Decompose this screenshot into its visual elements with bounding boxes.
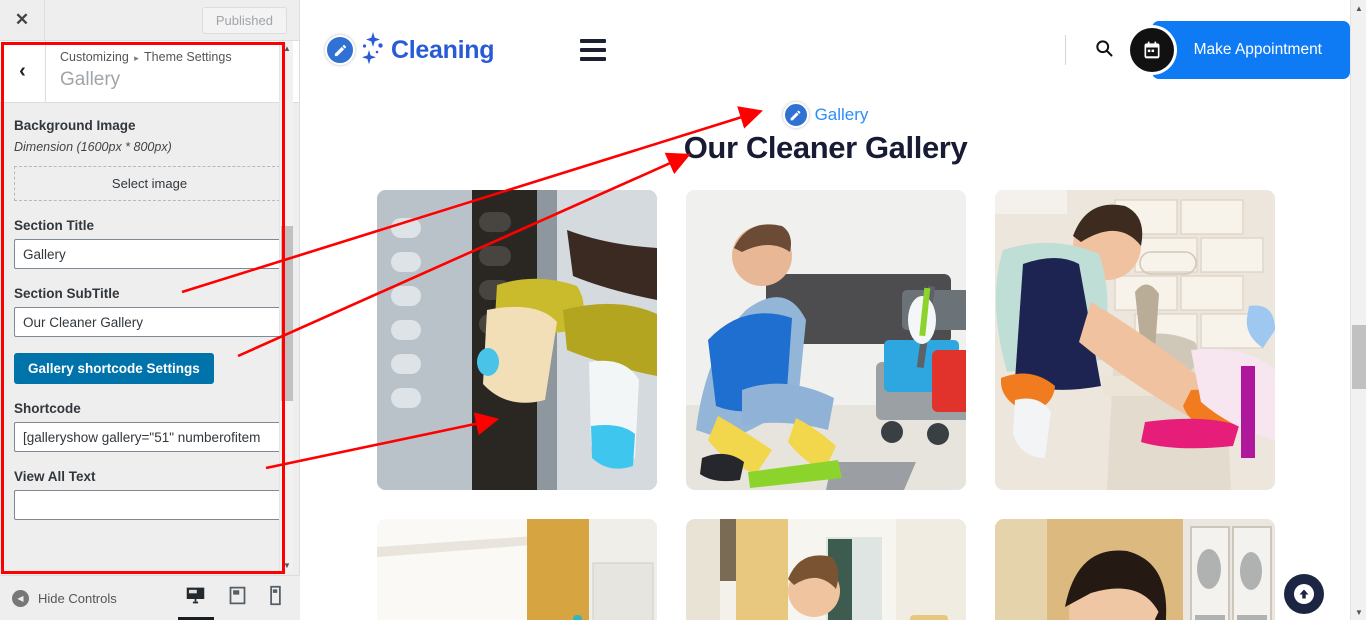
gallery-item[interactable] xyxy=(685,519,966,620)
gallery-item[interactable] xyxy=(994,519,1275,620)
screen: Cleaning Make Appointment Gallery Our Cl… xyxy=(0,0,1366,620)
breadcrumb-root[interactable]: Customizing xyxy=(60,50,129,64)
customizer-scrollbar-up-arrow[interactable]: ▲ xyxy=(280,41,294,55)
customizer-sidebar: ✕ Published ‹ Customizing ▸ Theme Settin… xyxy=(0,0,300,620)
customizer-scrollbar[interactable]: ▲ ▼ xyxy=(279,41,293,572)
breadcrumb: Customizing ▸ Theme Settings xyxy=(60,49,232,67)
search-icon[interactable] xyxy=(1094,38,1114,63)
gallery-item[interactable] xyxy=(376,519,657,620)
customizer-scrollbar-down-arrow[interactable]: ▼ xyxy=(280,558,294,572)
header-actions: Make Appointment xyxy=(1064,0,1350,100)
select-image-button[interactable]: Select image xyxy=(14,166,285,201)
device-tablet-button[interactable] xyxy=(228,576,247,620)
view-all-text-input[interactable] xyxy=(14,490,285,520)
site-logo[interactable]: Cleaning xyxy=(325,30,494,70)
close-customizer-button[interactable]: ✕ xyxy=(0,0,45,40)
gallery-heading: Our Cleaner Gallery xyxy=(683,130,968,165)
gallery-item[interactable] xyxy=(376,190,657,490)
hamburger-menu-icon[interactable] xyxy=(580,39,607,61)
site-preview: Cleaning Make Appointment Gallery Our Cl… xyxy=(301,0,1350,620)
make-appointment[interactable]: Make Appointment xyxy=(1129,21,1350,79)
shortcode-input[interactable] xyxy=(14,422,285,452)
calendar-icon xyxy=(1129,28,1174,72)
background-image-description: Dimension (1600px * 800px) xyxy=(14,140,172,154)
panel-back-button[interactable]: ‹ xyxy=(0,41,46,102)
view-all-text-label: View All Text xyxy=(14,469,96,484)
header-divider xyxy=(1064,35,1066,65)
preview-scrollbar[interactable]: ▲ ▼ xyxy=(1350,0,1366,620)
device-desktop-button[interactable] xyxy=(178,576,214,620)
gallery-sub-label: Gallery xyxy=(814,105,869,124)
scrollbar-down-arrow[interactable]: ▼ xyxy=(1351,604,1366,620)
section-subtitle-label: Section SubTitle xyxy=(14,286,120,301)
scrollbar-thumb[interactable] xyxy=(1352,325,1366,389)
gallery-item[interactable] xyxy=(994,190,1275,490)
hide-controls-label: Hide Controls xyxy=(38,590,117,606)
hide-controls-button[interactable]: ◀ Hide Controls xyxy=(0,589,185,607)
scrollbar-up-arrow[interactable]: ▲ xyxy=(1351,0,1366,16)
arrow-up-icon xyxy=(1294,584,1314,604)
section-subtitle-input[interactable] xyxy=(14,307,285,337)
device-preview-switcher xyxy=(178,576,300,620)
device-mobile-button[interactable] xyxy=(269,576,282,620)
panel-header-text: Customizing ▸ Theme Settings Gallery xyxy=(46,41,232,102)
gallery-shortcode-settings-button[interactable]: Gallery shortcode Settings xyxy=(14,353,214,384)
gallery-grid xyxy=(301,190,1350,620)
back-to-top-button[interactable] xyxy=(1284,574,1324,614)
panel-body: Background Image Dimension (1600px * 800… xyxy=(0,103,299,577)
publish-button[interactable]: Published xyxy=(201,6,287,34)
logo-text: Cleaning xyxy=(391,35,495,64)
chevron-left-circle-icon: ◀ xyxy=(12,589,29,607)
shortcode-label: Shortcode xyxy=(14,401,81,416)
section-title-label: Section Title xyxy=(14,218,95,233)
background-image-label: Background Image xyxy=(14,118,136,133)
gallery-sub-label-row: Gallery xyxy=(301,102,1350,128)
panel-header: ‹ Customizing ▸ Theme Settings Gallery xyxy=(0,41,299,103)
section-title-input[interactable] xyxy=(14,239,285,269)
breadcrumb-separator-icon: ▸ xyxy=(134,53,139,63)
customizer-topbar: ✕ Published xyxy=(0,0,299,41)
logo-edit-icon[interactable] xyxy=(325,35,355,65)
gallery-sub-edit-icon[interactable] xyxy=(782,102,809,128)
panel-title: Gallery xyxy=(60,69,121,90)
customizer-footer: ◀ Hide Controls xyxy=(0,575,300,620)
customizer-scrollbar-thumb[interactable] xyxy=(281,226,293,401)
site-header: Cleaning Make Appointment xyxy=(301,0,1350,100)
make-appointment-button[interactable]: Make Appointment xyxy=(1151,21,1350,79)
sparkles-icon xyxy=(359,30,393,70)
gallery-item[interactable] xyxy=(685,190,966,490)
gallery-section: Gallery Our Cleaner Gallery xyxy=(301,100,1350,620)
breadcrumb-parent[interactable]: Theme Settings xyxy=(144,50,232,64)
